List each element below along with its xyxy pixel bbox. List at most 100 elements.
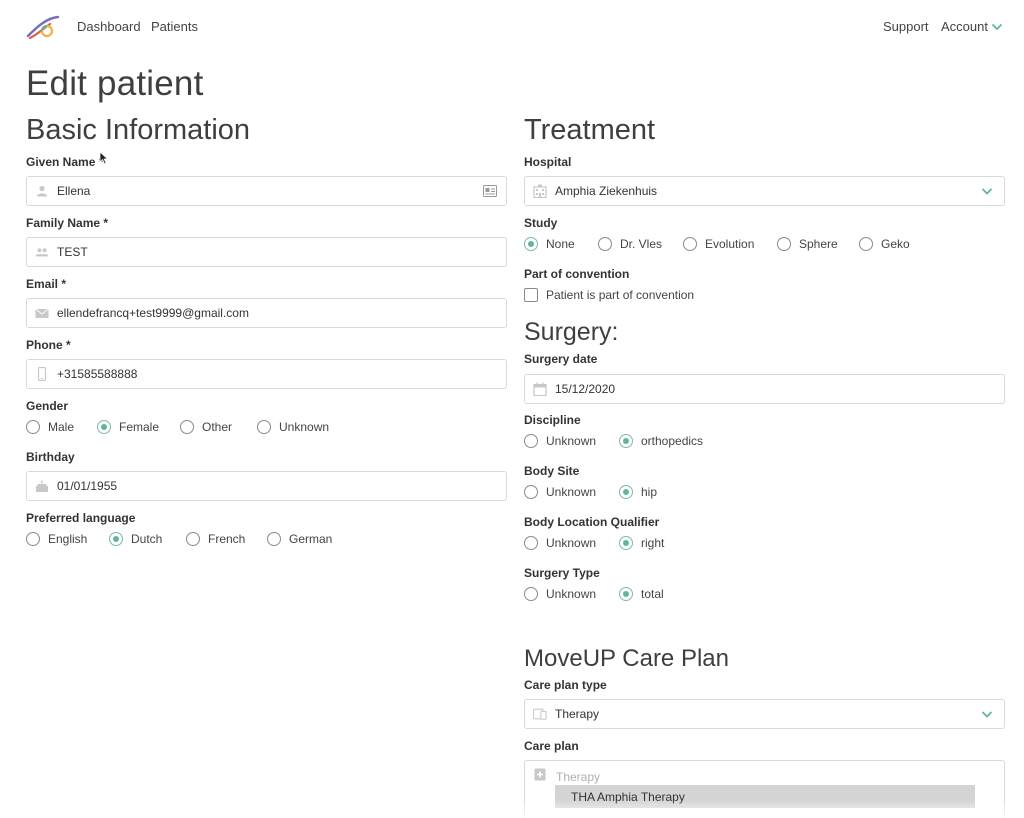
users-icon	[35, 248, 49, 257]
devices-icon	[533, 708, 547, 720]
phone-label: Phone *	[26, 338, 71, 352]
nav-account-menu[interactable]: Account	[941, 19, 988, 34]
discipline-label: Discipline	[524, 413, 581, 427]
radio-circle-selected[interactable]	[524, 237, 538, 251]
discipline-option-unknown[interactable]: Unknown	[524, 434, 596, 448]
chevron-down-icon[interactable]	[991, 22, 1003, 32]
checkbox-box[interactable]	[524, 288, 538, 302]
surgery-date-label: Surgery date	[524, 352, 598, 366]
study-radio-group: None Dr. Vles Evolution Sphere Geko	[524, 237, 1005, 255]
basic-info-title: Basic Information	[26, 114, 251, 146]
gender-option-other[interactable]: Other	[180, 420, 232, 434]
language-label: Preferred language	[26, 511, 136, 525]
radio-circle[interactable]	[683, 237, 697, 251]
radio-circle-selected[interactable]	[109, 532, 123, 546]
convention-label: Part of convention	[524, 267, 630, 281]
email-input[interactable]: ellendefrancq+test9999@gmail.com	[26, 298, 507, 328]
radio-circle[interactable]	[598, 237, 612, 251]
radio-circle[interactable]	[524, 587, 538, 601]
radio-circle-selected[interactable]	[619, 485, 633, 499]
radio-circle[interactable]	[257, 420, 271, 434]
careplan-placeholder: Therapy	[556, 770, 601, 784]
surgery-date-input[interactable]: 15/12/2020	[524, 374, 1005, 404]
gender-option-female[interactable]: Female	[97, 420, 159, 434]
language-radio-group: English Dutch French German	[26, 532, 507, 550]
careplan-type-label: Care plan type	[524, 678, 607, 692]
birthday-input[interactable]: 01/01/1955	[26, 471, 507, 501]
careplan-type-value: Therapy	[555, 707, 600, 721]
study-option-geko[interactable]: Geko	[859, 237, 910, 251]
birthday-cake-icon	[36, 480, 48, 492]
medical-clipboard-icon	[534, 768, 546, 781]
surgery-type-option-total[interactable]: total	[619, 587, 664, 601]
calendar-icon	[533, 382, 547, 396]
contact-card-icon	[483, 185, 497, 197]
radio-circle[interactable]	[524, 485, 538, 499]
body-site-radio-group: Unknown hip	[524, 485, 1005, 503]
gender-option-unknown[interactable]: Unknown	[257, 420, 329, 434]
convention-checkbox[interactable]: Patient is part of convention	[524, 288, 694, 302]
qualifier-option-right[interactable]: right	[619, 536, 664, 550]
given-name-input[interactable]: Ellena	[26, 176, 507, 206]
study-option-none[interactable]: None	[524, 237, 575, 251]
birthday-value: 01/01/1955	[57, 479, 118, 493]
family-name-value: TEST	[57, 245, 88, 259]
body-site-label: Body Site	[524, 464, 580, 478]
gender-option-male[interactable]: Male	[26, 420, 74, 434]
discipline-option-orthopedics[interactable]: orthopedics	[619, 434, 703, 448]
radio-circle[interactable]	[180, 420, 194, 434]
body-site-option-hip[interactable]: hip	[619, 485, 657, 499]
language-option-german[interactable]: German	[267, 532, 332, 546]
envelope-icon	[35, 308, 49, 318]
moveup-logo-icon[interactable]	[26, 14, 60, 40]
hospital-select[interactable]: Amphia Ziekenhuis	[524, 176, 1005, 206]
study-option-sphere[interactable]: Sphere	[777, 237, 838, 251]
radio-circle[interactable]	[524, 536, 538, 550]
surgery-type-option-unknown[interactable]: Unknown	[524, 587, 596, 601]
nav-support-link[interactable]: Support	[883, 19, 929, 34]
phone-value: +31585588888	[57, 367, 138, 381]
scroll-fade	[0, 800, 1024, 818]
radio-circle[interactable]	[26, 532, 40, 546]
given-name-value: Ellena	[57, 184, 91, 198]
email-value: ellendefrancq+test9999@gmail.com	[57, 306, 249, 320]
nav-dashboard-link[interactable]: Dashboard	[77, 19, 141, 34]
language-option-dutch[interactable]: Dutch	[109, 532, 162, 546]
mouse-cursor-icon	[99, 151, 109, 165]
radio-circle-selected[interactable]	[619, 434, 633, 448]
radio-circle-selected[interactable]	[619, 536, 633, 550]
qualifier-label: Body Location Qualifier	[524, 515, 660, 529]
study-option-evolution[interactable]: Evolution	[683, 237, 754, 251]
hospital-label: Hospital	[524, 155, 572, 169]
radio-circle-selected[interactable]	[619, 587, 633, 601]
radio-circle[interactable]	[26, 420, 40, 434]
phone-input[interactable]: +31585588888	[26, 359, 507, 389]
language-option-english[interactable]: English	[26, 532, 87, 546]
hospital-building-icon	[533, 184, 547, 198]
qualifier-radio-group: Unknown right	[524, 536, 1005, 554]
gender-label: Gender	[26, 399, 69, 413]
radio-circle[interactable]	[267, 532, 281, 546]
nav-patients-link[interactable]: Patients	[151, 19, 198, 34]
chevron-down-icon[interactable]	[981, 187, 993, 196]
family-name-input[interactable]: TEST	[26, 237, 507, 267]
careplan-label: Care plan	[524, 739, 579, 753]
study-label: Study	[524, 216, 558, 230]
radio-circle[interactable]	[524, 434, 538, 448]
careplan-type-select[interactable]: Therapy	[524, 699, 1005, 729]
chevron-down-icon[interactable]	[981, 710, 993, 719]
radio-circle[interactable]	[777, 237, 791, 251]
email-label: Email *	[26, 277, 67, 291]
radio-circle-selected[interactable]	[97, 420, 111, 434]
careplan-title: MoveUP Care Plan	[524, 645, 729, 672]
language-option-french[interactable]: French	[186, 532, 245, 546]
qualifier-option-unknown[interactable]: Unknown	[524, 536, 596, 550]
hospital-value: Amphia Ziekenhuis	[555, 184, 658, 198]
given-name-label: Given Name *	[26, 155, 104, 169]
radio-circle[interactable]	[186, 532, 200, 546]
top-nav: Dashboard Patients Support Account	[0, 0, 1024, 54]
body-site-option-unknown[interactable]: Unknown	[524, 485, 596, 499]
radio-circle[interactable]	[859, 237, 873, 251]
birthday-label: Birthday	[26, 450, 75, 464]
study-option-dr-vles[interactable]: Dr. Vles	[598, 237, 662, 251]
